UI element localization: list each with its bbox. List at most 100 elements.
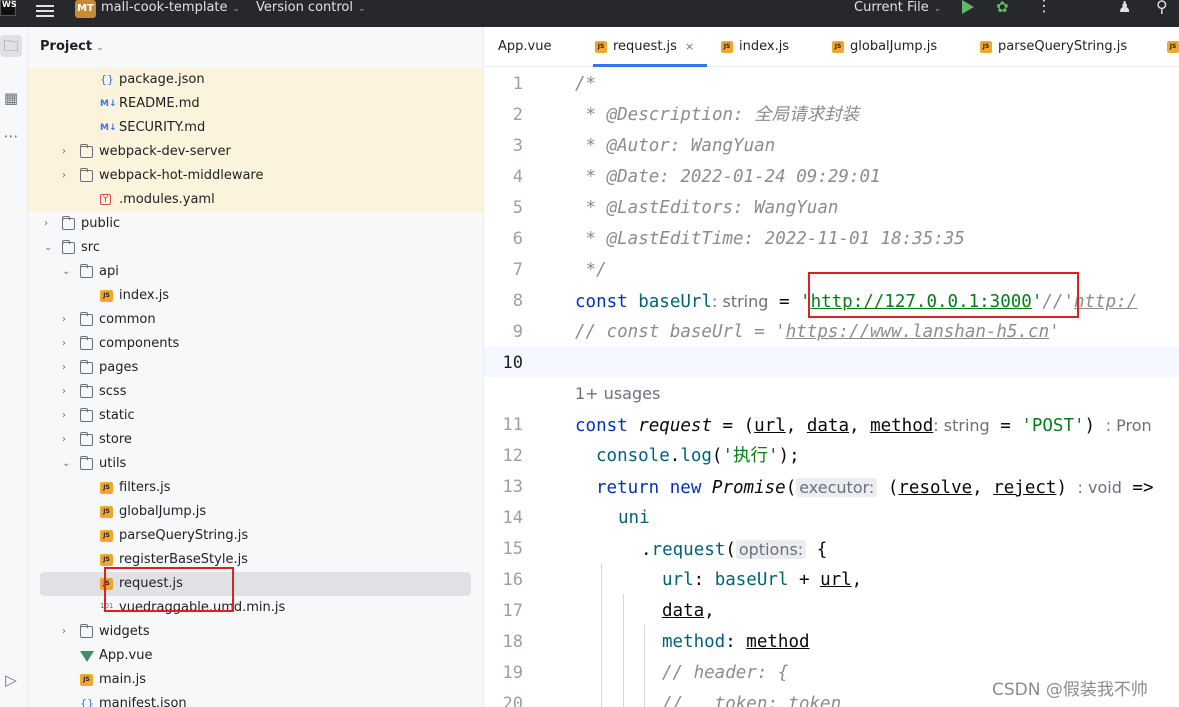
line-number[interactable]: 18 [484,627,523,658]
tab-overflow[interactable]: JS [1167,39,1179,59]
line-number[interactable]: 7 [484,255,523,286]
folder-icon [62,216,75,230]
chevron-right-icon[interactable]: › [44,212,48,236]
debug-icon[interactable]: ✿ [996,0,1009,15]
line-number[interactable]: 8 [484,286,523,317]
line-number[interactable]: 15 [484,534,523,565]
tree-item-label: globalJump.js [119,504,207,519]
operator: + [788,570,821,590]
tree-item-label: widgets [99,624,150,639]
punct: { [806,540,828,560]
code-line-9: // const baseUrl = 'https://www.lanshan-… [575,317,1060,348]
excluded-folder-highlight [28,68,483,212]
line-number[interactable]: 5 [484,193,523,224]
code-line-3: * @Autor: WangYuan [575,131,776,162]
line-number[interactable]: 4 [484,162,523,193]
project-panel-header[interactable]: Project ⌄ [40,39,104,54]
tab-parsequerystring-js[interactable]: JS parseQueryString.js [980,39,1127,59]
tab-globaljump-js[interactable]: JS globalJump.js [832,39,937,59]
indent-guide [601,563,602,707]
line-number[interactable]: 11 [484,410,523,441]
tree-item-label: webpack-hot-middleware [99,168,264,183]
vcs-selector[interactable]: Version control ⌄ [256,0,366,17]
chevron-down-icon: ⌄ [96,43,104,53]
chevron-right-icon[interactable]: › [62,620,66,644]
chevron-down-icon[interactable]: ⌄ [44,236,52,260]
run-icon[interactable] [962,0,974,14]
param: data [806,416,849,436]
chevron-right-icon[interactable]: › [62,428,66,452]
line-number[interactable]: 9 [484,317,523,348]
tab-index-js[interactable]: JS index.js [721,39,789,59]
line-number[interactable]: 14 [484,503,523,534]
search-icon[interactable]: ⚲ [1156,0,1168,16]
tab-request-js[interactable]: JS request.js × [595,39,694,59]
line-number[interactable]: 19 [484,658,523,689]
chevron-down-icon[interactable]: ⌄ [62,452,70,476]
chevron-right-icon[interactable]: › [62,140,66,164]
param: url [820,570,852,590]
line-number[interactable]: 12 [484,441,523,472]
run-config-selector[interactable]: Current File ⌄ [854,0,941,17]
chevron-right-icon[interactable]: › [62,356,66,380]
line-number[interactable]: 3 [484,131,523,162]
param: reject [993,478,1057,498]
line-number[interactable]: 2 [484,100,523,131]
chevron-right-icon[interactable]: › [62,308,66,332]
tree-item-label: main.js [99,672,146,687]
line-number[interactable]: 17 [484,596,523,627]
punct: ( [725,540,736,560]
add-user-icon[interactable]: ♟ [1118,0,1131,16]
project-selector[interactable]: mall-cook-template ⌄ [101,0,240,17]
tree-item-label: App.vue [99,648,153,663]
services-tool-icon[interactable]: ▷ [0,669,22,691]
line-number[interactable]: 10 [484,348,523,379]
type-hint: : string [712,292,769,311]
webstorm-logo-icon[interactable]: WS [0,0,17,16]
chevron-right-icon[interactable]: › [62,380,66,404]
project-badge[interactable]: MT [75,0,96,18]
code-line-19: // header: { [662,663,789,683]
variable: baseUrl [638,292,712,312]
line-number[interactable]: 20 [484,689,523,707]
more-tools-icon[interactable]: ⋯ [0,125,22,147]
line-number[interactable]: 6 [484,224,523,255]
doc-tag: * @Date: [575,167,670,187]
usages-hint[interactable]: 1+ usages [575,378,660,410]
code-line-1: /* [575,74,597,94]
punct: : [693,570,715,590]
main-menu-icon[interactable] [36,2,54,20]
code-line-17: data, [662,596,715,627]
structure-tool-icon[interactable]: ▦ [0,87,22,109]
punct: : [725,632,747,652]
line-number[interactable]: 13 [484,472,523,503]
doc-text: 2022-11-01 18:35:35 [754,229,965,249]
chevron-right-icon[interactable]: › [62,332,66,356]
punct: ) [1056,478,1067,498]
folder-icon [80,408,93,422]
comment-link[interactable]: https://www.lanshan-h5.cn [786,322,1049,342]
line-number[interactable]: 1 [484,69,523,100]
arrow-operator: => [1121,478,1154,498]
chevron-right-icon[interactable]: › [62,404,66,428]
chevron-right-icon[interactable]: › [62,164,66,188]
tab-app-vue[interactable]: App.vue [498,39,551,59]
close-icon[interactable]: × [685,40,694,53]
folder-icon [80,312,93,326]
doc-tag: * @Autor: [575,136,681,156]
punct: ( [711,446,723,466]
project-tool-icon[interactable]: 🗀 [0,35,22,57]
line-number[interactable]: 16 [484,565,523,596]
folder-icon [80,384,93,398]
more-actions-icon[interactable]: ⋮ [1036,0,1052,14]
chevron-down-icon[interactable]: ⌄ [62,260,70,284]
comment-link[interactable]: http:/ [1074,292,1137,312]
param: url [754,416,786,436]
doc-text: WangYuan [680,136,776,156]
tree-item-label: api [99,264,119,279]
operator: = [768,292,801,312]
code-editor[interactable]: 1 2 3 4 5 6 7 8 9 10 11 12 13 14 15 16 17 18 19 20 /* * @De… [484,67,1179,707]
chevron-down-icon: ⌄ [358,4,366,14]
tree-item-label: scss [99,384,127,399]
param-hint: executor: [796,478,878,497]
